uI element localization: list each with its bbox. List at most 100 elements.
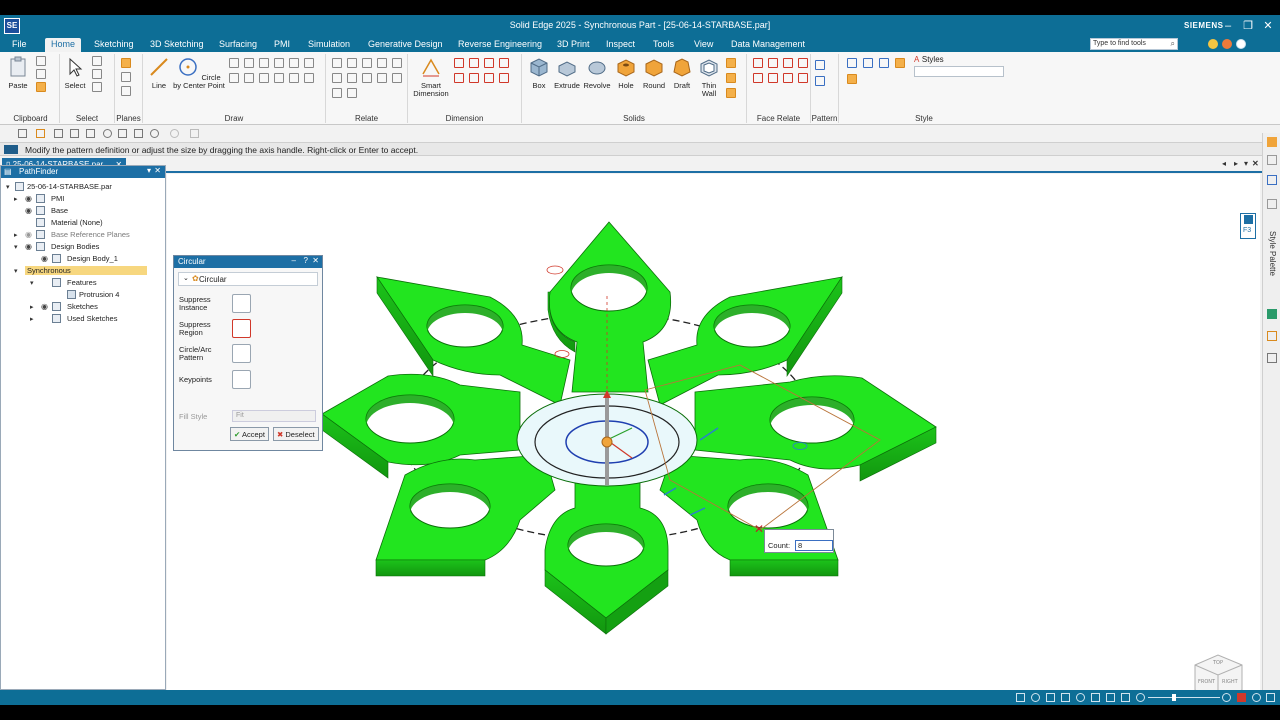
pathfinder-close-icon[interactable]: ✕ <box>154 166 161 175</box>
menu-surfacing[interactable]: Surfacing <box>219 39 257 49</box>
dock-stack-icon[interactable] <box>1267 353 1277 363</box>
properties-icon[interactable] <box>118 129 127 138</box>
lock-tab[interactable]: F3 <box>1240 213 1256 239</box>
paste-button[interactable]: Paste <box>6 56 30 90</box>
layers-icon[interactable] <box>134 129 143 138</box>
section-view-icon[interactable] <box>1121 693 1130 702</box>
customize-icon[interactable] <box>190 129 199 138</box>
suppress-region-button[interactable] <box>232 319 251 338</box>
select-button[interactable]: Select <box>62 56 88 90</box>
zoom-slider-thumb[interactable] <box>1172 694 1176 701</box>
rib-icon[interactable] <box>726 88 736 98</box>
pan-icon[interactable] <box>1061 693 1070 702</box>
select-box-icon[interactable] <box>92 82 102 92</box>
eye-icon[interactable]: ◉ <box>25 242 32 251</box>
dock-settings-icon[interactable] <box>1267 155 1277 165</box>
concentric-icon[interactable] <box>377 73 387 83</box>
expand-features-icon[interactable]: ▾ <box>30 279 34 287</box>
plane-icon[interactable] <box>121 58 131 68</box>
midpoint-icon[interactable] <box>332 88 342 98</box>
connect-icon[interactable] <box>332 58 342 68</box>
fill-style-select[interactable]: Fit <box>232 410 316 422</box>
style-palette-tab[interactable]: Style Palette <box>1268 231 1277 276</box>
face-parallel-icon[interactable] <box>768 58 778 68</box>
view-cube-2-icon[interactable] <box>863 58 873 68</box>
tree-item-features[interactable]: Features <box>67 278 97 287</box>
youtube-icon[interactable] <box>1237 693 1246 702</box>
frown-feedback-icon[interactable] <box>1222 39 1232 49</box>
help-dialog-icon[interactable]: ? <box>304 256 308 265</box>
coplanar-icon[interactable] <box>753 58 763 68</box>
expand-sketches-icon[interactable]: ▸ <box>30 303 34 311</box>
symmetric-diameter-icon[interactable] <box>499 58 509 68</box>
lock-icon[interactable] <box>347 73 357 83</box>
thin-wall-button[interactable]: Thin Wall <box>696 56 722 98</box>
record-icon[interactable] <box>1252 693 1261 702</box>
close-button[interactable]: ✕ <box>1260 18 1276 34</box>
smart-dimension-button[interactable]: Smart Dimension <box>410 56 452 98</box>
tab-close-all-icon[interactable]: ✕ <box>1252 159 1259 168</box>
move-icon[interactable] <box>289 73 299 83</box>
restore-button[interactable]: ❐ <box>1240 18 1256 34</box>
view-cube-top[interactable]: TOP <box>1212 660 1223 666</box>
copy-icon[interactable] <box>36 69 46 79</box>
symmetric-icon[interactable] <box>362 73 372 83</box>
styles-dropdown[interactable] <box>914 66 1004 77</box>
coordinate-dim-icon[interactable] <box>484 58 494 68</box>
menu-3d-sketching[interactable]: 3D Sketching <box>150 39 204 49</box>
cut-icon[interactable] <box>36 56 46 66</box>
draft-button[interactable]: Draft <box>670 56 694 90</box>
count-input[interactable]: 8 <box>795 540 833 551</box>
rotate-icon[interactable] <box>304 73 314 83</box>
fullscreen-icon[interactable] <box>1266 693 1275 702</box>
mirror-icon[interactable] <box>274 73 284 83</box>
settings-icon[interactable] <box>103 129 112 138</box>
tab-list-icon[interactable]: ▾ <box>1244 159 1248 168</box>
arc-icon[interactable] <box>259 58 269 68</box>
print-icon[interactable] <box>86 129 95 138</box>
expand-synchronous-icon[interactable]: ▾ <box>14 267 18 275</box>
dock-key-icon[interactable] <box>1267 331 1277 341</box>
tree-root[interactable]: 25-06-14-STARBASE.par <box>27 182 112 191</box>
face-symmetric-icon[interactable] <box>768 73 778 83</box>
distance-between-icon[interactable] <box>454 58 464 68</box>
open-icon[interactable] <box>36 129 45 138</box>
face-tangent-icon[interactable] <box>753 73 763 83</box>
revolve-button[interactable]: Revolve <box>582 56 612 90</box>
menu-file[interactable]: File <box>12 39 27 49</box>
pattern-type-select[interactable]: ⌄ ✿ Circular <box>178 272 318 286</box>
zoom-slider[interactable] <box>1148 694 1220 701</box>
menu-tools[interactable]: Tools <box>653 39 674 49</box>
eye-icon[interactable]: ◉ <box>41 302 48 311</box>
render-icon[interactable] <box>1136 693 1145 702</box>
eye-hidden-icon[interactable]: ◉ <box>25 230 32 239</box>
star-part[interactable] <box>321 221 937 635</box>
chamfer-icon[interactable] <box>726 58 736 68</box>
display-style-icon[interactable] <box>1106 693 1115 702</box>
minimize-dialog-icon[interactable]: – <box>292 256 296 265</box>
menu-pmi[interactable]: PMI <box>274 39 290 49</box>
tree-item-base[interactable]: Base <box>51 206 68 215</box>
find-tools-input[interactable]: Type to find tools ⌕ <box>1090 38 1178 50</box>
mirror-pattern-icon[interactable] <box>815 76 825 86</box>
smile-feedback-icon[interactable] <box>1208 39 1218 49</box>
view-cube-1-icon[interactable] <box>847 58 857 68</box>
eye-icon[interactable]: ◉ <box>25 194 32 203</box>
box-button[interactable]: Box <box>526 56 552 90</box>
tree-item-ref-planes[interactable]: Base Reference Planes <box>51 230 130 239</box>
tree-item-design-body-1[interactable]: Design Body_1 <box>67 254 118 263</box>
curve-icon[interactable] <box>274 58 284 68</box>
tree-item-used-sketches[interactable]: Used Sketches <box>67 314 117 323</box>
face-offset-icon[interactable] <box>783 73 793 83</box>
graphics-viewport[interactable]: ✕ TOP FRONT RIGHT <box>167 174 1260 703</box>
equal-icon[interactable] <box>332 73 342 83</box>
perpendicular-icon[interactable] <box>392 58 402 68</box>
thread-icon[interactable] <box>726 73 736 83</box>
rectangle-icon[interactable] <box>229 58 239 68</box>
help-icon[interactable] <box>1236 39 1246 49</box>
horizontal-icon[interactable] <box>347 58 357 68</box>
origin-handle[interactable] <box>601 436 613 448</box>
menu-inspect[interactable]: Inspect <box>606 39 635 49</box>
fillet-icon[interactable] <box>289 58 299 68</box>
point-icon[interactable] <box>259 73 269 83</box>
